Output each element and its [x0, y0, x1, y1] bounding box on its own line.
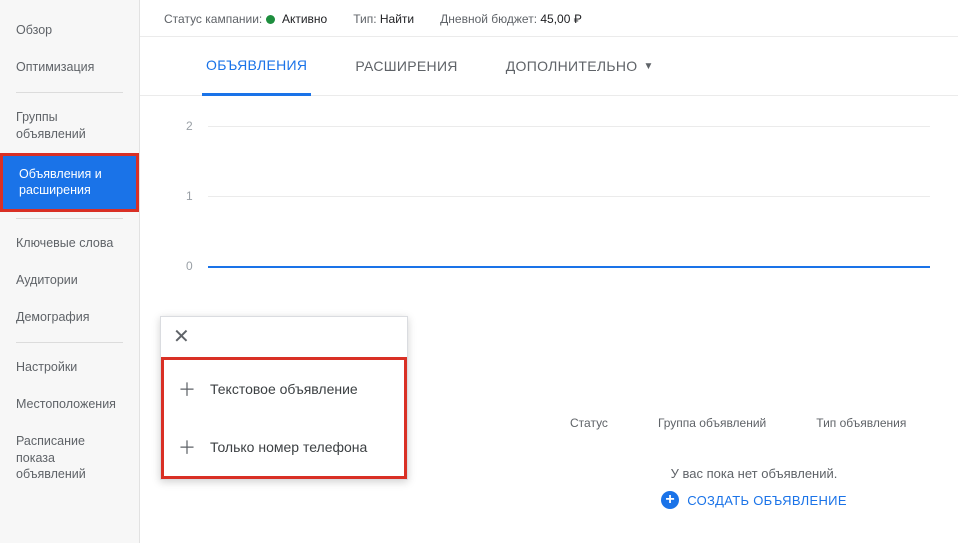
tab-ads[interactable]: ОБЪЯВЛЕНИЯ [202, 37, 311, 96]
close-button[interactable]: ✕ [161, 317, 407, 357]
tabs: ОБЪЯВЛЕНИЯ РАСШИРЕНИЯ ДОПОЛНИТЕЛЬНО ▼ [140, 37, 958, 96]
sidebar-item-settings[interactable]: Настройки [0, 349, 139, 386]
gridline [208, 126, 930, 127]
tab-more[interactable]: ДОПОЛНИТЕЛЬНО ▼ [502, 37, 658, 95]
campaign-status: Статус кампании: Активно [164, 12, 327, 26]
divider [16, 342, 123, 343]
type-value: Найти [380, 12, 414, 26]
status-value: Активно [282, 12, 327, 26]
divider [16, 218, 123, 219]
popup-item-text-ad[interactable]: ＋ Текстовое объявление [164, 360, 404, 418]
y-tick-2: 2 [186, 119, 193, 133]
budget-value: 45,00 ₽ [540, 12, 581, 26]
sidebar-item-overview[interactable]: Обзор [0, 12, 139, 49]
empty-state: У вас пока нет объявлений. + СОЗДАТЬ ОБЪ… [570, 466, 938, 509]
popup-item-call-only[interactable]: ＋ Только номер телефона [164, 418, 404, 476]
create-ad-label: СОЗДАТЬ ОБЪЯВЛЕНИЕ [687, 493, 847, 508]
sidebar-item-optimization[interactable]: Оптимизация [0, 49, 139, 86]
campaign-header: Статус кампании: Активно Тип: Найти Днев… [140, 0, 958, 37]
col-type[interactable]: Тип объявления [816, 416, 906, 430]
x-axis-line [208, 266, 930, 268]
popup-item-label: Текстовое объявление [210, 381, 358, 397]
y-tick-1: 1 [186, 189, 193, 203]
sidebar-item-ads-extensions[interactable]: Объявления и расширения [0, 153, 139, 213]
campaign-type: Тип: Найти [353, 12, 414, 26]
budget-label: Дневной бюджет: [440, 12, 537, 26]
sidebar-item-ad-groups[interactable]: Группы объявлений [0, 99, 139, 153]
create-ad-button[interactable]: + СОЗДАТЬ ОБЪЯВЛЕНИЕ [661, 491, 847, 509]
chevron-down-icon: ▼ [643, 61, 653, 72]
col-group[interactable]: Группа объявлений [658, 416, 766, 430]
col-status[interactable]: Статус [570, 416, 608, 430]
sidebar: Обзор Оптимизация Группы объявлений Объя… [0, 0, 140, 543]
tab-extensions[interactable]: РАСШИРЕНИЯ [351, 37, 461, 95]
empty-text: У вас пока нет объявлений. [570, 466, 938, 481]
type-label: Тип: [353, 12, 376, 26]
divider [16, 92, 123, 93]
close-icon: ✕ [173, 326, 190, 348]
popup-item-label: Только номер телефона [210, 439, 367, 455]
status-label: Статус кампании: [164, 12, 262, 26]
plus-icon: ＋ [178, 434, 196, 460]
chart: 2 1 0 [140, 96, 958, 296]
sidebar-item-schedule[interactable]: Расписание показа объявлений [0, 423, 139, 494]
tab-more-label: ДОПОЛНИТЕЛЬНО [506, 58, 638, 74]
sidebar-item-audiences[interactable]: Аудитории [0, 262, 139, 299]
add-ad-popup: ✕ ＋ Текстовое объявление ＋ Только номер … [160, 316, 408, 480]
table-header: Статус Группа объявлений Тип объявления [570, 416, 958, 440]
campaign-budget: Дневной бюджет: 45,00 ₽ [440, 12, 582, 26]
sidebar-item-locations[interactable]: Местоположения [0, 386, 139, 423]
plus-icon: ＋ [178, 376, 196, 402]
gridline [208, 196, 930, 197]
sidebar-item-demographics[interactable]: Демография [0, 299, 139, 336]
status-dot-icon [266, 15, 275, 24]
sidebar-item-keywords[interactable]: Ключевые слова [0, 225, 139, 262]
plus-circle-icon: + [661, 491, 679, 509]
y-tick-0: 0 [186, 259, 193, 273]
